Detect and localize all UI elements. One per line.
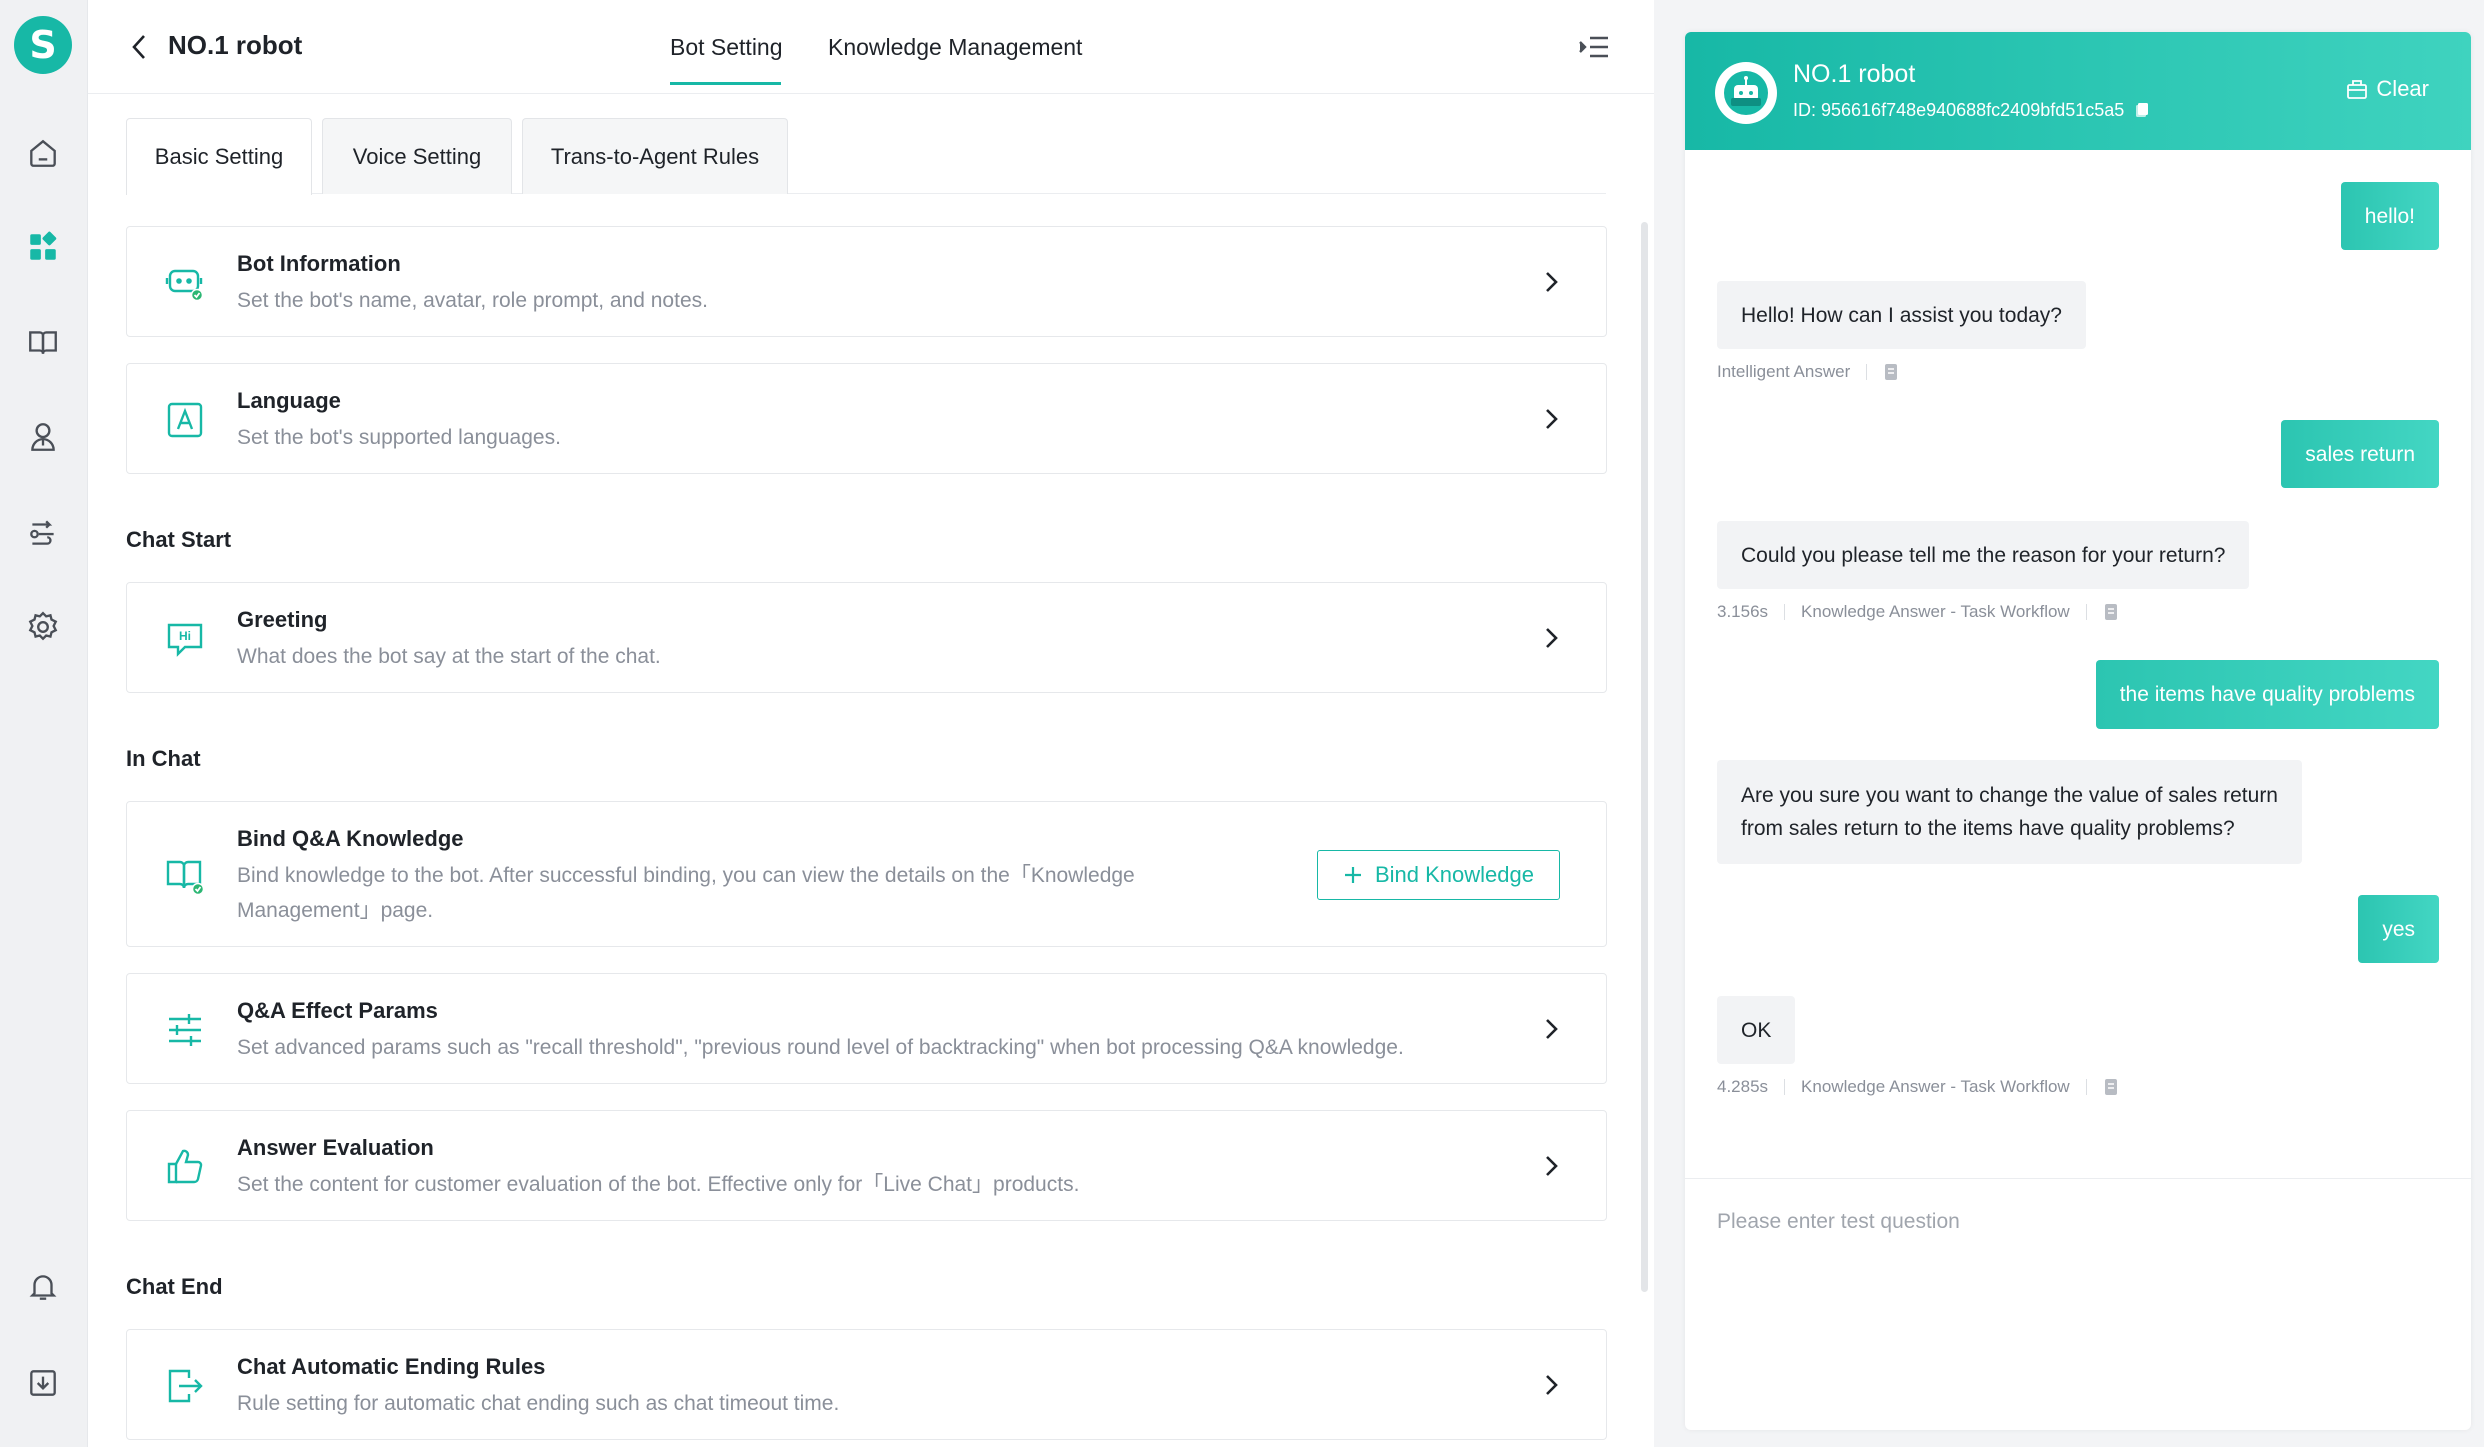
chat-auto-ending-desc: Rule setting for automatic chat ending s…	[237, 1392, 840, 1415]
chat-divider	[1685, 1178, 2471, 1179]
chat-bot-id: ID: 956616f748e940688fc2409bfd51c5a5	[1793, 100, 2149, 121]
message-response-time: 4.285s	[1717, 1077, 1769, 1096]
active-tab-indicator	[670, 82, 781, 85]
svg-text:Hi: Hi	[179, 629, 191, 643]
copy-icon[interactable]	[2135, 102, 2149, 118]
collapse-panel-icon[interactable]	[1578, 34, 1610, 60]
answer-evaluation-title: Answer Evaluation	[237, 1135, 434, 1160]
chat-bot-id-text: ID: 956616f748e940688fc2409bfd51c5a5	[1793, 100, 2125, 120]
copy-icon[interactable]	[2103, 603, 2119, 621]
bot-settings-panel: NO.1 robot Bot Setting Knowledge Managem…	[88, 0, 1654, 1447]
book-icon[interactable]	[24, 323, 62, 361]
bot-information-title: Bot Information	[237, 251, 401, 276]
chevron-right-icon	[1546, 1375, 1558, 1395]
greeting-card[interactable]: Hi Greeting What does the bot say at the…	[126, 582, 1607, 693]
message-user: sales return	[2281, 420, 2439, 488]
message-user: yes	[2358, 895, 2439, 963]
message-bot: Are you sure you want to change the valu…	[1717, 760, 2302, 864]
clear-label: Clear	[2376, 76, 2429, 101]
tab-voice-setting[interactable]: Voice Setting	[322, 118, 512, 194]
robot-icon	[165, 269, 204, 302]
bind-knowledge-button[interactable]: Bind Knowledge	[1317, 850, 1560, 900]
copy-icon[interactable]	[1883, 363, 1899, 381]
answer-evaluation-desc: Set the content for customer evaluation …	[237, 1173, 1080, 1196]
back-arrow-icon[interactable]	[124, 30, 154, 64]
bell-icon[interactable]	[24, 1268, 62, 1306]
chat-auto-ending-title: Chat Automatic Ending Rules	[237, 1354, 546, 1379]
chat-test-panel: NO.1 robot ID: 956616f748e940688fc2409bf…	[1685, 32, 2471, 1430]
section-chat-end: Chat End	[126, 1274, 223, 1299]
message-meta: Intelligent Answer	[1717, 362, 1899, 382]
app-logo[interactable]: S	[14, 16, 72, 74]
chat-input[interactable]	[1717, 1202, 2437, 1242]
copy-icon[interactable]	[2103, 1078, 2119, 1096]
chat-bot-name: NO.1 robot	[1793, 60, 1916, 88]
knowledge-book-icon	[166, 860, 205, 896]
sub-tabs: Basic Setting Voice Setting Trans-to-Age…	[126, 118, 1606, 195]
bot-information-card[interactable]: Bot Information Set the bot's name, avat…	[126, 226, 1607, 337]
message-source: Knowledge Answer - Task Workflow	[1801, 1077, 2070, 1096]
chevron-right-icon	[1546, 409, 1558, 429]
robot-avatar-icon	[1724, 71, 1768, 115]
scrollbar[interactable]	[1641, 222, 1648, 1292]
answer-evaluation-card[interactable]: Answer Evaluation Set the content for cu…	[126, 1110, 1607, 1221]
language-desc: Set the bot's supported languages.	[237, 426, 561, 449]
message-response-time: 3.156s	[1717, 602, 1769, 621]
chevron-right-icon	[1546, 1156, 1558, 1176]
bind-qa-knowledge-card: Bind Q&A Knowledge Bind knowledge to the…	[126, 801, 1607, 947]
qa-effect-params-title: Q&A Effect Params	[237, 998, 438, 1023]
message-bot: Could you please tell me the reason for …	[1717, 521, 2250, 589]
message-meta: 3.156s Knowledge Answer - Task Workflow	[1717, 602, 2119, 622]
language-card[interactable]: Language Set the bot's supported languag…	[126, 363, 1607, 474]
message-bot: OK	[1717, 996, 1796, 1064]
greeting-icon: Hi	[167, 623, 203, 657]
thumbs-up-icon	[167, 1149, 203, 1184]
tab-basic-setting[interactable]: Basic Setting	[126, 118, 312, 195]
qa-effect-params-card[interactable]: Q&A Effect Params Set advanced params su…	[126, 973, 1607, 1084]
user-icon[interactable]	[24, 418, 62, 456]
bind-qa-knowledge-desc-line2: Management」page.	[237, 899, 434, 922]
bind-qa-knowledge-desc-line1: Bind knowledge to the bot. After success…	[237, 864, 1135, 887]
section-chat-start: Chat Start	[126, 527, 232, 552]
language-title: Language	[237, 388, 341, 413]
language-icon	[167, 402, 203, 438]
tab-bot-setting[interactable]: Bot Setting	[670, 34, 783, 61]
plus-icon	[1344, 867, 1361, 883]
download-icon[interactable]	[24, 1364, 62, 1402]
clear-button[interactable]: Clear	[2346, 76, 2429, 102]
section-in-chat: In Chat	[126, 746, 201, 771]
chevron-right-icon	[1546, 1019, 1558, 1039]
chat-header: NO.1 robot ID: 956616f748e940688fc2409bf…	[1685, 32, 2471, 150]
bind-knowledge-label: Bind Knowledge	[1374, 862, 1534, 887]
tab-knowledge-management[interactable]: Knowledge Management	[828, 34, 1082, 61]
chat-auto-ending-card[interactable]: Chat Automatic Ending Rules Rule setting…	[126, 1329, 1607, 1440]
bind-qa-knowledge-title: Bind Q&A Knowledge	[237, 826, 464, 851]
message-bot: Hello! How can I assist you today?	[1717, 281, 2086, 349]
gear-icon[interactable]	[24, 608, 62, 646]
message-bot-line2: from sales return to the items have qual…	[1741, 817, 2235, 840]
message-user: hello!	[2340, 182, 2439, 250]
tab-trans-to-agent-rules[interactable]: Trans-to-Agent Rules	[522, 118, 788, 194]
broom-icon	[2347, 80, 2368, 99]
top-bar: NO.1 robot Bot Setting Knowledge Managem…	[88, 0, 1654, 94]
chevron-right-icon	[1546, 272, 1558, 292]
message-user: the items have quality problems	[2095, 660, 2439, 729]
qa-effect-params-desc: Set advanced params such as "recall thre…	[237, 1036, 1404, 1059]
bot-avatar	[1715, 62, 1777, 124]
message-meta: 4.285s Knowledge Answer - Task Workflow	[1717, 1077, 2119, 1097]
route-icon[interactable]	[24, 514, 62, 552]
message-source: Knowledge Answer - Task Workflow	[1801, 602, 2070, 621]
sidebar: S	[0, 0, 88, 1447]
message-bot-line1: Are you sure you want to change the valu…	[1741, 784, 2278, 807]
greeting-title: Greeting	[237, 607, 328, 632]
message-source: Intelligent Answer	[1717, 362, 1851, 381]
greeting-desc: What does the bot say at the start of th…	[237, 645, 661, 668]
apps-icon[interactable]	[24, 228, 62, 266]
bot-information-desc: Set the bot's name, avatar, role prompt,…	[237, 289, 708, 312]
exit-icon	[168, 1369, 203, 1403]
page-title: NO.1 robot	[168, 30, 303, 60]
chevron-right-icon	[1546, 628, 1558, 648]
sliders-icon	[169, 1014, 201, 1046]
home-icon[interactable]	[24, 134, 62, 172]
